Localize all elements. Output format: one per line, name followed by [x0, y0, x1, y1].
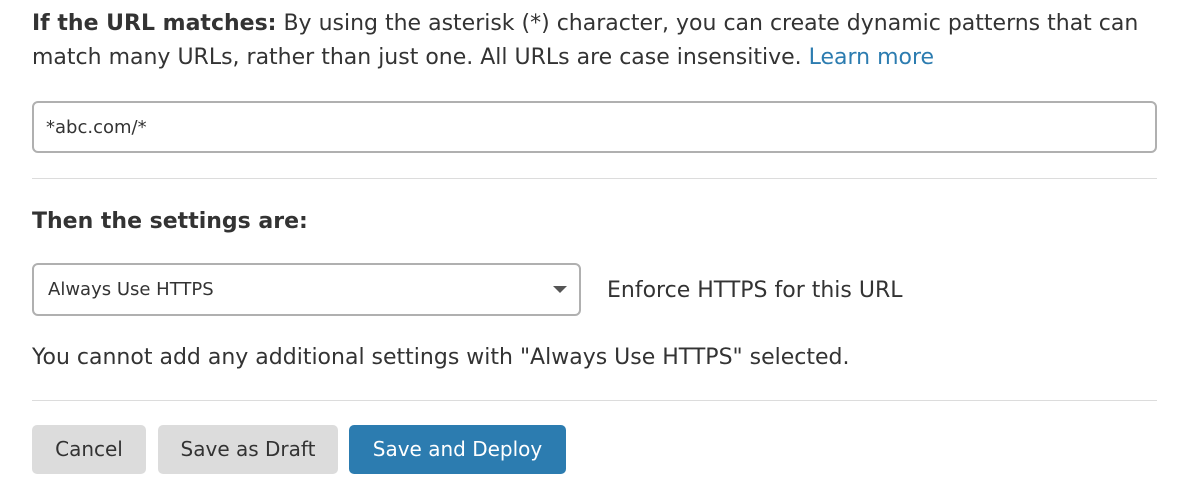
- setting-select-value: Always Use HTTPS: [48, 279, 214, 300]
- actions-divider: [32, 400, 1157, 401]
- setting-select[interactable]: Always Use HTTPS: [32, 263, 581, 316]
- setting-description: Enforce HTTPS for this URL: [607, 278, 903, 303]
- url-pattern-input[interactable]: [32, 101, 1157, 153]
- save-draft-button[interactable]: Save as Draft: [158, 425, 338, 474]
- save-deploy-button[interactable]: Save and Deploy: [349, 425, 566, 474]
- learn-more-link[interactable]: Learn more: [809, 45, 934, 70]
- chevron-down-icon: [553, 286, 567, 293]
- settings-heading: Then the settings are:: [32, 209, 308, 234]
- cancel-button[interactable]: Cancel: [32, 425, 146, 474]
- url-match-label: If the URL matches:: [32, 11, 277, 36]
- url-match-intro: If the URL matches: By using the asteris…: [32, 7, 1157, 75]
- settings-note: You cannot add any additional settings w…: [32, 345, 850, 370]
- section-divider: [32, 178, 1157, 179]
